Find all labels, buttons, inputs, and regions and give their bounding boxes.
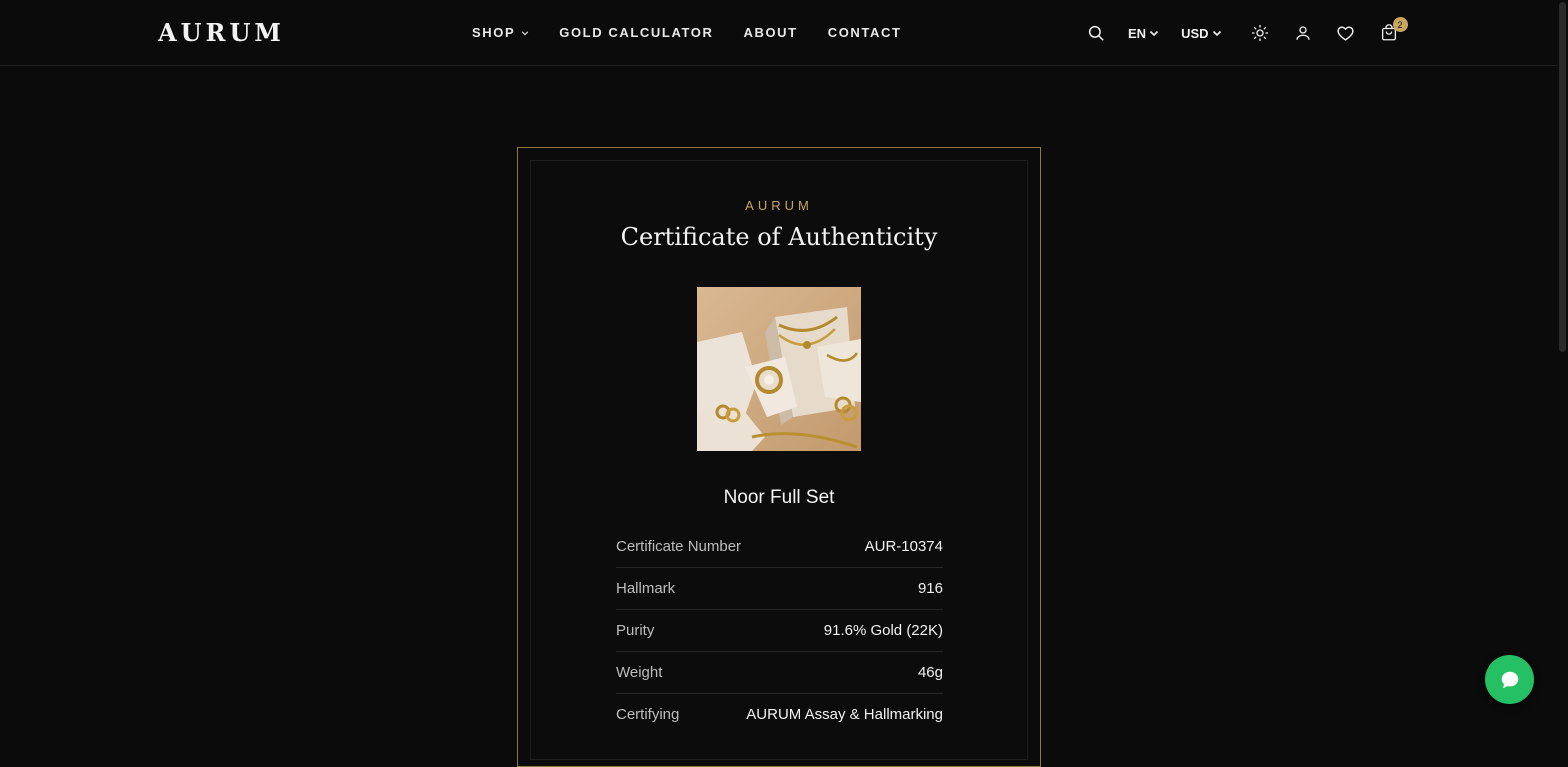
nav-item-gold-calculator[interactable]: GOLD CALCULATOR xyxy=(559,25,713,40)
scrollbar[interactable] xyxy=(1557,0,1568,729)
detail-label: Purity xyxy=(616,622,655,639)
product-name: Noor Full Set xyxy=(723,487,835,508)
header-tools: EN USD 2 xyxy=(1086,17,1408,44)
detail-value: AURUM Assay & Hallmarking xyxy=(746,706,943,723)
nav-item-label: GOLD CALCULATOR xyxy=(559,25,714,40)
main-nav: SHOP GOLD CALCULATOR ABOUT CONTACT xyxy=(472,25,902,40)
detail-label: Certificate Number xyxy=(616,538,742,555)
nav-item-contact[interactable]: CONTACT xyxy=(828,25,902,40)
currency-value: USD xyxy=(1181,25,1209,41)
nav-item-label: SHOP xyxy=(472,25,516,40)
detail-value: 916 xyxy=(917,580,943,597)
detail-row-certificate-number: Certificate Number AUR-10374 xyxy=(616,526,943,568)
theme-toggle[interactable] xyxy=(1250,24,1270,42)
chevron-down-icon xyxy=(1212,30,1221,37)
chat-button[interactable] xyxy=(1485,655,1534,704)
product-image xyxy=(697,287,861,451)
logo[interactable]: AURUM xyxy=(158,18,285,47)
detail-row-hallmark: Hallmark 916 xyxy=(616,568,943,610)
cart-count-badge: 2 xyxy=(1392,17,1408,32)
chevron-down-icon xyxy=(522,30,529,35)
heart-icon xyxy=(1337,25,1354,41)
detail-row-weight: Weight 46g xyxy=(616,652,943,694)
certificate-details: Certificate Number AUR-10374 Hallmark 91… xyxy=(616,526,943,723)
currency-selector[interactable]: USD xyxy=(1181,26,1221,41)
detail-value: 46g xyxy=(917,664,943,681)
nav-item-about[interactable]: ABOUT xyxy=(743,25,797,40)
account-button[interactable] xyxy=(1293,24,1313,42)
language-value: EN xyxy=(1128,25,1147,41)
detail-value: AUR-10374 xyxy=(864,538,943,555)
sun-icon xyxy=(1251,24,1268,42)
user-icon xyxy=(1295,26,1310,40)
detail-label: Weight xyxy=(616,664,663,681)
detail-label: Hallmark xyxy=(616,580,676,597)
search-button[interactable] xyxy=(1086,24,1106,42)
nav-item-shop[interactable]: SHOP xyxy=(472,25,529,40)
detail-value: 91.6% Gold (22K) xyxy=(823,622,943,639)
chevron-down-icon xyxy=(1149,30,1159,37)
chat-bubble-icon xyxy=(1501,671,1518,688)
nav-item-label: ABOUT xyxy=(743,25,798,40)
jewelry-photo xyxy=(697,287,861,451)
scrollbar-thumb[interactable] xyxy=(1559,2,1566,352)
site-header: AURUM SHOP GOLD CALCULATOR ABOUT CONTACT… xyxy=(0,0,1557,66)
language-selector[interactable]: EN xyxy=(1128,26,1159,41)
nav-item-label: CONTACT xyxy=(827,25,902,40)
certificate-brand: AURUM xyxy=(745,198,813,213)
detail-row-certifying: Certifying AURUM Assay & Hallmarking xyxy=(616,694,943,723)
detail-label: Certifying xyxy=(616,706,680,723)
cart-button[interactable]: 2 xyxy=(1379,17,1408,42)
certificate-title: Certificate of Authenticity xyxy=(620,223,938,251)
search-icon xyxy=(1088,25,1104,41)
detail-row-purity: Purity 91.6% Gold (22K) xyxy=(616,610,943,652)
wishlist-button[interactable] xyxy=(1336,24,1356,43)
